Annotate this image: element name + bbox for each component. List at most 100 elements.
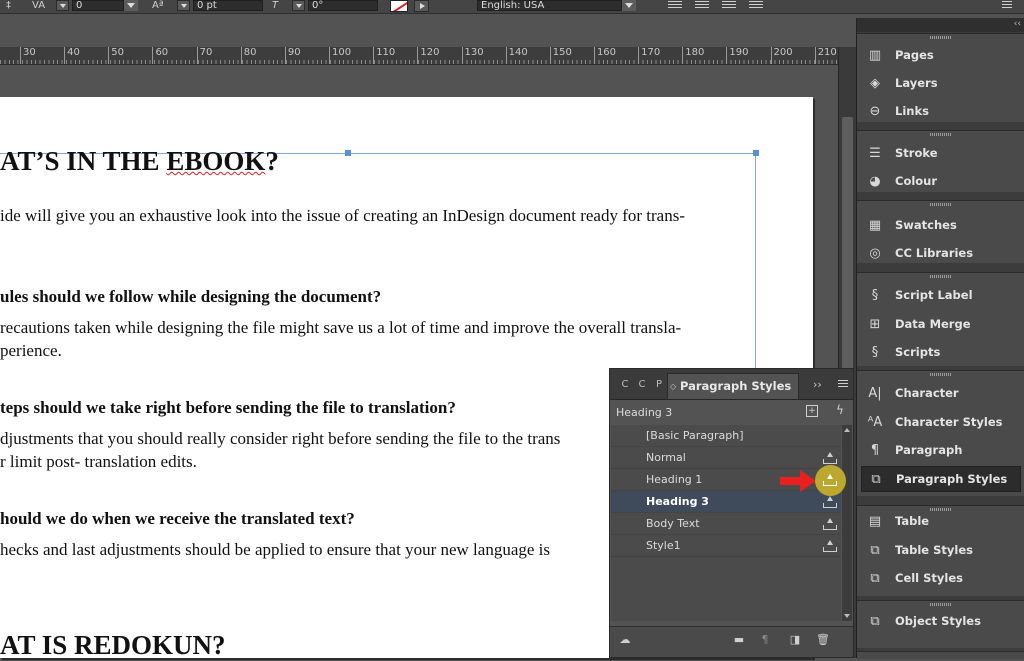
frame-handle-top-right[interactable] (753, 150, 759, 156)
data-merge-icon: ⊞ (869, 317, 881, 332)
ruler-tick-80: 80 (240, 47, 256, 64)
style-row-normal[interactable]: Normal (611, 447, 841, 469)
tracking-stepper[interactable] (56, 0, 69, 11)
dock-group-table: ▤ Table ⧉ Table Styles ⧉ Cell Styles (857, 505, 1024, 596)
scroll-up-icon[interactable] (844, 428, 850, 432)
question-3-heading[interactable]: hould we do when we receive the translat… (0, 509, 355, 529)
paragraph-styles-panel[interactable]: C C P Paragraph Styles ›› Heading 3 + ϟ … (609, 368, 854, 658)
skew-stepper[interactable] (292, 0, 305, 11)
heading-whats-in-ebook[interactable]: AT’S IN THE EBOOK? (0, 146, 279, 177)
paragraph-styles-icon: ⧉ (871, 472, 881, 487)
group-grip[interactable] (930, 603, 952, 606)
question-2-line-1[interactable]: djustments that you should really consid… (0, 429, 560, 449)
imported-style-icon[interactable] (823, 517, 837, 530)
scroll-down-icon[interactable] (844, 614, 850, 618)
baseline-input[interactable]: 0 pt (193, 0, 263, 11)
cc-libraries-icon: ◎ (869, 246, 881, 261)
collapse-dock-icon[interactable]: ‹‹ (1014, 19, 1021, 29)
tab-collapsed-2[interactable]: C (637, 375, 647, 395)
language-dropdown[interactable] (622, 0, 636, 11)
question-1-line-2[interactable]: perience. (0, 341, 62, 361)
frame-handle-top-center[interactable] (345, 150, 351, 156)
current-style-label: Heading 3 (616, 406, 673, 419)
style-list-scrollbar[interactable] (842, 425, 852, 621)
dock-item-paragraph-styles[interactable]: ⧉ Paragraph Styles (861, 466, 1021, 492)
dock-item-character-styles[interactable]: ᴬA Character Styles (861, 410, 1021, 436)
dock-item-scripts[interactable]: § Scripts (861, 340, 1021, 366)
dock-item-table[interactable]: ▤ Table (861, 509, 1021, 535)
dock-item-script-label[interactable]: § Script Label (861, 283, 1021, 309)
question-2-line-2[interactable]: r limit post- translation edits. (0, 452, 197, 472)
group-grip[interactable] (930, 203, 952, 206)
table-icon: ▤ (868, 514, 882, 529)
align-left-icon[interactable] (668, 1, 682, 10)
baseline-stepper[interactable] (177, 0, 190, 11)
dock-item-label: Pages (895, 48, 934, 62)
collapse-panel-icon[interactable]: ›› (813, 378, 822, 391)
dock-item-cell-styles[interactable]: ⧉ Cell Styles (861, 566, 1021, 592)
dock-item-object-styles[interactable]: ⧉ Object Styles (861, 609, 1021, 635)
imported-style-icon[interactable] (823, 495, 837, 508)
ruler-tick-110: 110 (373, 47, 395, 64)
group-grip[interactable] (930, 275, 952, 278)
dock-header: ‹‹ (857, 18, 1024, 32)
create-style-group-icon[interactable]: + (806, 405, 818, 417)
dock-item-table-styles[interactable]: ⧉ Table Styles (861, 538, 1021, 564)
dock-item-character[interactable]: A| Character (861, 381, 1021, 407)
style-label: Body Text (646, 517, 700, 530)
justify-icon[interactable] (749, 1, 763, 10)
imported-style-icon[interactable] (823, 539, 837, 552)
language-select[interactable]: English: USA (477, 0, 622, 11)
delete-style-trash-icon[interactable]: 🗑 (816, 633, 830, 647)
ruler-tick-60: 60 (152, 47, 168, 64)
control-bar-menu-icon[interactable] (1002, 1, 1012, 10)
group-grip[interactable] (930, 373, 952, 376)
align-center-icon[interactable] (695, 1, 709, 10)
ruler-tick-180: 180 (682, 47, 704, 64)
align-right-icon[interactable] (722, 1, 736, 10)
dock-item-colour[interactable]: ◕ Colour (861, 169, 1021, 195)
cc-libraries-cloud-icon[interactable]: ☁ (618, 633, 632, 647)
pages-icon: ▥ (868, 48, 882, 63)
dock-item-paragraph[interactable]: ¶ Paragraph (861, 438, 1021, 464)
dock-item-layers[interactable]: ◈ Layers (861, 71, 1021, 97)
dock-group-scripts: § Script Label ⊞ Data Merge § Scripts (857, 272, 1024, 366)
style-row-style1[interactable]: Style1 (611, 535, 841, 557)
intro-paragraph[interactable]: ide will give you an exhaustive look int… (0, 206, 685, 226)
question-1-heading[interactable]: ules should we follow while designing th… (0, 287, 381, 307)
tab-paragraph-styles[interactable]: Paragraph Styles (667, 373, 799, 399)
new-style-group-folder-icon[interactable]: ▬ (732, 633, 746, 647)
question-2-heading[interactable]: teps should we take right before sending… (0, 398, 456, 418)
question-1-line-1[interactable]: recautions taken while designing the fil… (0, 318, 681, 338)
tracking-dropdown[interactable] (124, 0, 138, 11)
imported-style-icon[interactable] (823, 473, 837, 486)
no-fill-swatch[interactable] (390, 0, 408, 12)
group-grip[interactable] (930, 133, 952, 136)
tab-collapsed-3[interactable]: P (654, 375, 664, 395)
tracking-input[interactable]: 0 (72, 0, 124, 11)
new-style-icon[interactable]: ◨ (788, 633, 802, 647)
quick-apply-icon[interactable]: ϟ (836, 403, 844, 417)
group-grip[interactable] (930, 36, 952, 39)
clear-overrides-icon[interactable]: ¶ (758, 633, 772, 647)
horizontal-ruler[interactable]: 30 40 50 60 70 80 90 100 110 120 130 140 150 160 170 18… (0, 47, 838, 65)
question-3-line-1[interactable]: hecks and last adjustments should be app… (0, 540, 550, 560)
dock-item-swatches[interactable]: ▦ Swatches (861, 213, 1021, 239)
tab-collapsed-1[interactable]: C (620, 375, 630, 395)
dock-item-links[interactable]: ⊖ Links (861, 99, 1021, 125)
ruler-tick-40: 40 (64, 47, 80, 64)
style-row-basic-paragraph[interactable]: [Basic Paragraph] (611, 425, 841, 447)
dock-item-stroke[interactable]: ☰ Stroke (861, 141, 1021, 167)
skew-input[interactable]: 0° (308, 0, 378, 11)
style-row-body-text[interactable]: Body Text (611, 513, 841, 535)
swatches-icon: ▦ (868, 218, 882, 233)
dock-item-pages[interactable]: ▥ Pages (861, 43, 1021, 69)
dock-item-cc-libraries[interactable]: ◎ CC Libraries (861, 241, 1021, 267)
panel-menu-icon[interactable] (838, 380, 848, 388)
style-row-heading-3[interactable]: Heading 3 (611, 491, 841, 513)
dock-item-data-merge[interactable]: ⊞ Data Merge (861, 312, 1021, 338)
swatch-flyout-button[interactable] (414, 0, 429, 12)
heading-what-is-redokun[interactable]: AT IS REDOKUN? (0, 630, 226, 661)
tab-label: Paragraph Styles (680, 379, 792, 393)
imported-style-icon[interactable] (823, 451, 837, 464)
